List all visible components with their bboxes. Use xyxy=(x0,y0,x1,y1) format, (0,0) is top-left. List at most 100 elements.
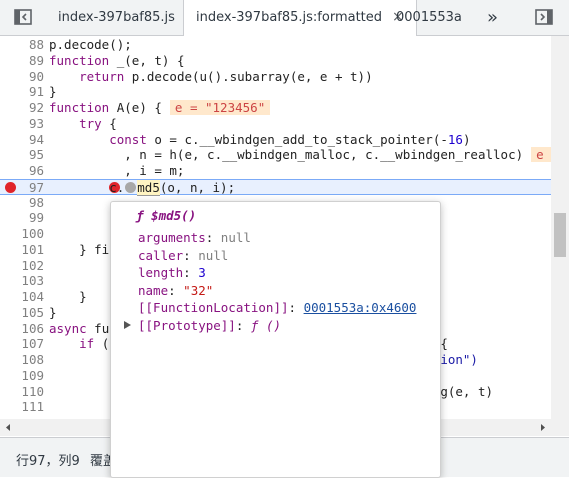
toggle-debugger-icon[interactable] xyxy=(533,6,555,28)
expand-prototype-icon[interactable] xyxy=(123,320,132,330)
line-number[interactable]: 98 xyxy=(0,195,44,211)
line-number[interactable]: 96 xyxy=(0,163,44,179)
code-line[interactable]: 88 p.decode(); xyxy=(0,37,551,53)
line-number[interactable]: 111 xyxy=(0,399,44,415)
popover-title: ƒ $md5() xyxy=(136,208,197,223)
line-number[interactable]: 103 xyxy=(0,273,44,289)
function-location-link[interactable]: 0001553a:0x4600 xyxy=(304,300,417,315)
line-number[interactable]: 95 xyxy=(0,147,44,163)
code-seg: } xyxy=(49,84,57,100)
tab-index-js[interactable]: index-397baf85.js xyxy=(44,0,189,35)
property-row[interactable]: [[Prototype]]: ƒ () xyxy=(138,318,281,333)
tab-index-js-formatted[interactable]: index-397baf85.js:formatted × xyxy=(183,0,417,36)
inline-value-badge: e = xyxy=(531,147,551,163)
line-number[interactable]: 101 xyxy=(0,242,44,258)
hovered-function-name[interactable]: md5 xyxy=(137,179,160,196)
code-text: } xyxy=(49,84,57,100)
code-seg: function xyxy=(49,100,110,115)
property-key: [[FunctionLocation]] xyxy=(138,300,289,315)
scroll-right-icon[interactable] xyxy=(538,423,547,432)
line-number[interactable]: 99 xyxy=(0,210,44,226)
property-value: null xyxy=(220,230,251,245)
code-seg: ) xyxy=(462,131,471,147)
line-number[interactable]: 108 xyxy=(0,352,44,368)
code-seg xyxy=(49,132,109,147)
cursor-position: 行97，列9 xyxy=(16,454,80,469)
property-row: name: "32" xyxy=(138,283,213,298)
line-number[interactable]: 106 xyxy=(0,321,44,337)
code-seg: const xyxy=(109,131,147,147)
code-seg: } xyxy=(49,304,57,320)
line-number[interactable]: 90 xyxy=(0,69,44,85)
line-number[interactable]: 88 xyxy=(0,37,44,53)
breakpoint-marker[interactable] xyxy=(5,181,16,193)
code-text: } fi xyxy=(49,242,109,258)
code-seg: c. xyxy=(49,179,125,195)
code-text: function A(e) { e = "123456" xyxy=(49,100,271,116)
separator: : xyxy=(288,300,304,315)
property-key: [[Prototype]] xyxy=(138,318,236,333)
line-number[interactable]: 107 xyxy=(0,336,44,352)
code-text: try { xyxy=(49,116,117,132)
line-number[interactable]: 110 xyxy=(0,384,44,400)
toggle-navigator-icon[interactable] xyxy=(12,6,34,28)
inline-breakpoint-icon[interactable] xyxy=(125,181,137,193)
code-text: } xyxy=(49,289,87,305)
code-line[interactable]: 90 return p.decode(u().subarray(e, e + t… xyxy=(0,69,551,85)
tab-0001553a[interactable]: 0001553a xyxy=(384,0,474,35)
code-seg: p.decode(); xyxy=(49,37,132,52)
code-seg: A(e) { xyxy=(109,100,162,115)
code-text: c xyxy=(49,258,117,274)
code-text: function _(e, t) { xyxy=(49,53,184,69)
code-seg: o = c.__wbindgen_add_to_stack_pointer(- xyxy=(146,131,448,147)
code-line[interactable]: 97 c. md5(o, n, i); xyxy=(0,178,551,196)
code-seg: function xyxy=(49,52,110,68)
inline-value-badge: e = "123456" xyxy=(169,100,271,115)
code-seg: r xyxy=(49,226,117,241)
code-seg: (o, n, i); xyxy=(159,179,236,195)
vertical-scrollbar[interactable] xyxy=(551,36,569,436)
line-number[interactable]: 102 xyxy=(0,258,44,274)
code-text: } xyxy=(49,305,57,321)
code-seg: c xyxy=(49,257,117,273)
code-seg: c xyxy=(49,273,117,289)
property-value: 3 xyxy=(198,265,206,280)
line-number[interactable]: 93 xyxy=(0,116,44,132)
line-number[interactable]: 89 xyxy=(0,53,44,69)
property-key: arguments xyxy=(138,230,206,245)
code-line[interactable]: 89 function _(e, t) { xyxy=(0,53,551,69)
code-seg: , i = m; xyxy=(49,163,185,178)
code-seg xyxy=(49,116,79,131)
code-seg: 16 xyxy=(447,131,463,147)
code-line[interactable]: 92 function A(e) { e = "123456" xyxy=(0,100,551,116)
code-line[interactable]: 93 try { xyxy=(0,116,551,132)
property-key: name xyxy=(138,283,169,298)
line-number[interactable]: 104 xyxy=(0,289,44,305)
code-seg: return xyxy=(79,68,125,84)
code-line[interactable]: 96 , i = m; xyxy=(0,163,551,179)
line-number[interactable]: 109 xyxy=(0,368,44,384)
scroll-left-icon[interactable] xyxy=(4,423,13,432)
code-text: async fun xyxy=(49,321,117,337)
code-text: c xyxy=(49,273,117,289)
code-line[interactable]: 94 const o = c.__wbindgen_add_to_stack_p… xyxy=(0,132,551,148)
line-number[interactable]: 100 xyxy=(0,226,44,242)
line-number[interactable]: 94 xyxy=(0,132,44,148)
property-value: null xyxy=(198,248,229,263)
code-seg xyxy=(49,336,79,351)
code-text: const o = c.__wbindgen_add_to_stack_poin… xyxy=(49,132,470,148)
property-row: caller: null xyxy=(138,248,228,263)
scrollbar-thumb[interactable] xyxy=(554,213,566,257)
line-number[interactable]: 92 xyxy=(0,100,44,116)
line-number[interactable]: 105 xyxy=(0,305,44,321)
code-seg: p.decode(u().subarray(e, e + t)) xyxy=(124,68,373,84)
code-seg: , n = h(e, c.__wbindgen_malloc, c.__wbin… xyxy=(49,147,524,163)
separator: : xyxy=(168,283,184,298)
code-seg: try xyxy=(79,115,102,131)
line-number[interactable]: 91 xyxy=(0,84,44,100)
code-seg: async xyxy=(49,320,87,336)
code-line[interactable]: 91} xyxy=(0,84,551,100)
code-line[interactable]: 95 , n = h(e, c.__wbindgen_malloc, c.__w… xyxy=(0,147,551,163)
more-tabs-icon[interactable]: » xyxy=(487,0,498,35)
separator: : xyxy=(183,248,199,263)
